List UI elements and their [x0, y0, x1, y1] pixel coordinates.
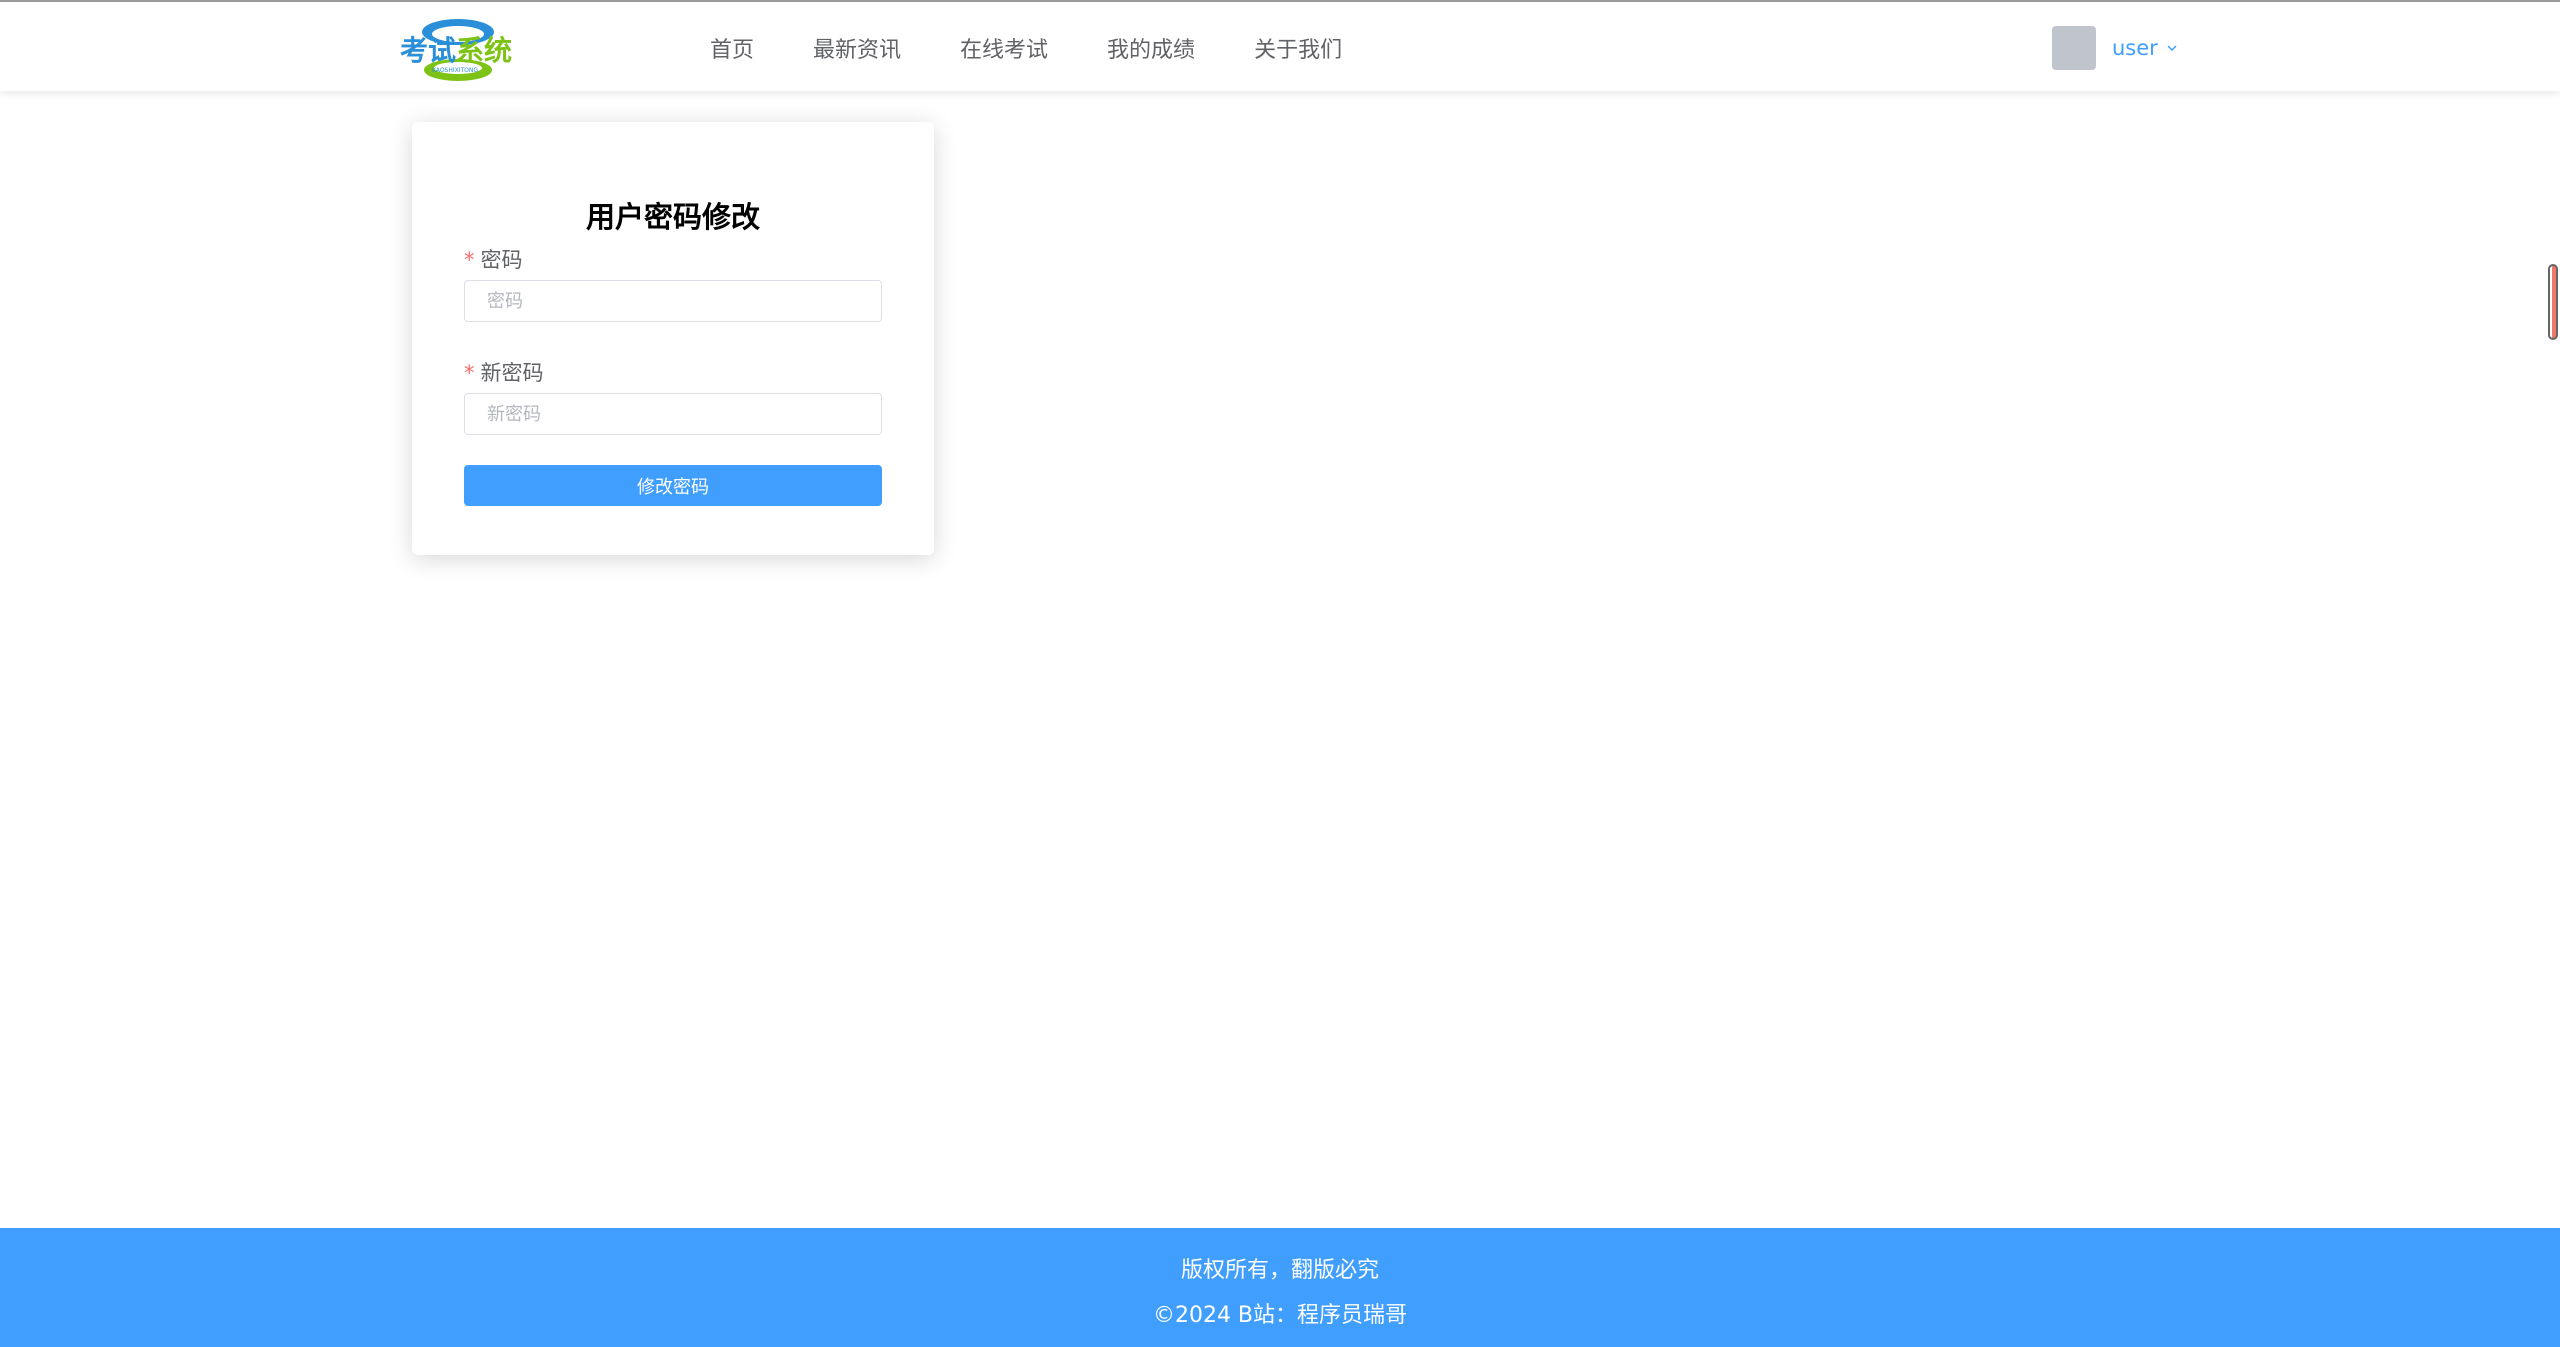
change-password-button[interactable]: 修改密码 — [464, 465, 882, 506]
top-header: 考试 KAOSHIXITONG 系统 首页 最新资讯 在线考试 我的成绩 关于我… — [0, 0, 2560, 91]
copyright-notice: 版权所有，翻版必究 — [1180, 1258, 1379, 1283]
password-label-text: 密码 — [480, 248, 523, 272]
site-logo[interactable]: 考试 KAOSHIXITONG 系统 — [398, 10, 518, 88]
nav-item-home[interactable]: 首页 — [710, 32, 754, 64]
password-label: * 密码 — [464, 244, 523, 274]
username[interactable]: user — [2112, 36, 2158, 60]
nav-item-about-us[interactable]: 关于我们 — [1254, 32, 1342, 64]
avatar[interactable] — [2052, 26, 2096, 70]
page-footer: 版权所有，翻版必究 ©2024 B站：程序员瑞哥 — [0, 1228, 2560, 1347]
new-password-label: * 新密码 — [464, 357, 544, 387]
chevron-down-icon[interactable] — [2166, 42, 2178, 54]
form-title: 用户密码修改 — [585, 200, 760, 234]
new-password-label-text: 新密码 — [480, 361, 544, 385]
page: 考试 KAOSHIXITONG 系统 首页 最新资讯 在线考试 我的成绩 关于我… — [0, 0, 2560, 1347]
password-input[interactable] — [464, 280, 882, 322]
svg-text:KAOSHIXITONG: KAOSHIXITONG — [432, 67, 478, 74]
new-password-input[interactable] — [464, 393, 882, 435]
nav-item-online-exam[interactable]: 在线考试 — [960, 32, 1048, 64]
nav-item-my-scores[interactable]: 我的成绩 — [1107, 32, 1195, 64]
nav-item-news[interactable]: 最新资讯 — [813, 32, 901, 64]
password-change-card: 用户密码修改 * 密码 * 新密码 修改密码 — [412, 122, 934, 555]
svg-text:考试: 考试 — [400, 34, 456, 67]
side-scroll-handle[interactable] — [2548, 264, 2558, 340]
copyright-credit: ©2024 B站：程序员瑞哥 — [1152, 1303, 1408, 1328]
required-mark: * — [464, 361, 475, 385]
logo-text-green: 系统 — [456, 34, 512, 67]
user-menu[interactable]: user — [2052, 26, 2178, 70]
required-mark: * — [464, 248, 475, 272]
main-nav: 首页 最新资讯 在线考试 我的成绩 关于我们 — [680, 2, 1401, 93]
